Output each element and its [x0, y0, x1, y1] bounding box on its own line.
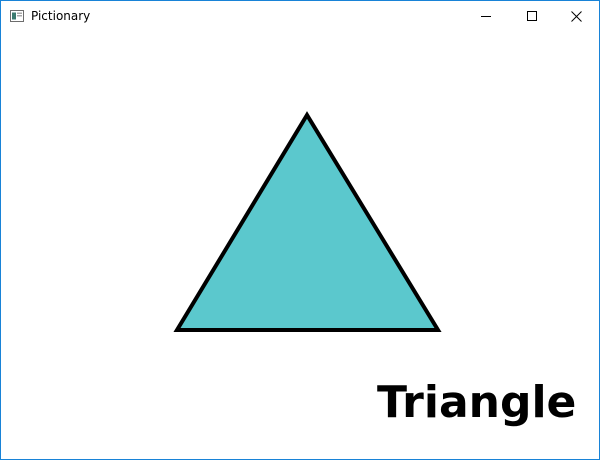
app-window-icon: [10, 10, 24, 22]
maximize-icon: [527, 11, 537, 21]
minimize-icon: [481, 16, 491, 17]
canvas-area: Triangle: [1, 31, 599, 459]
minimize-button[interactable]: [463, 1, 509, 31]
close-button[interactable]: [553, 1, 599, 31]
answer-word: Triangle: [377, 377, 577, 428]
triangle-shape: [173, 111, 442, 332]
close-icon: [570, 10, 582, 22]
title-bar[interactable]: Pictionary: [1, 1, 599, 31]
maximize-button[interactable]: [509, 1, 555, 31]
app-window: Pictionary Triangle: [0, 0, 600, 460]
window-title: Pictionary: [31, 9, 91, 23]
